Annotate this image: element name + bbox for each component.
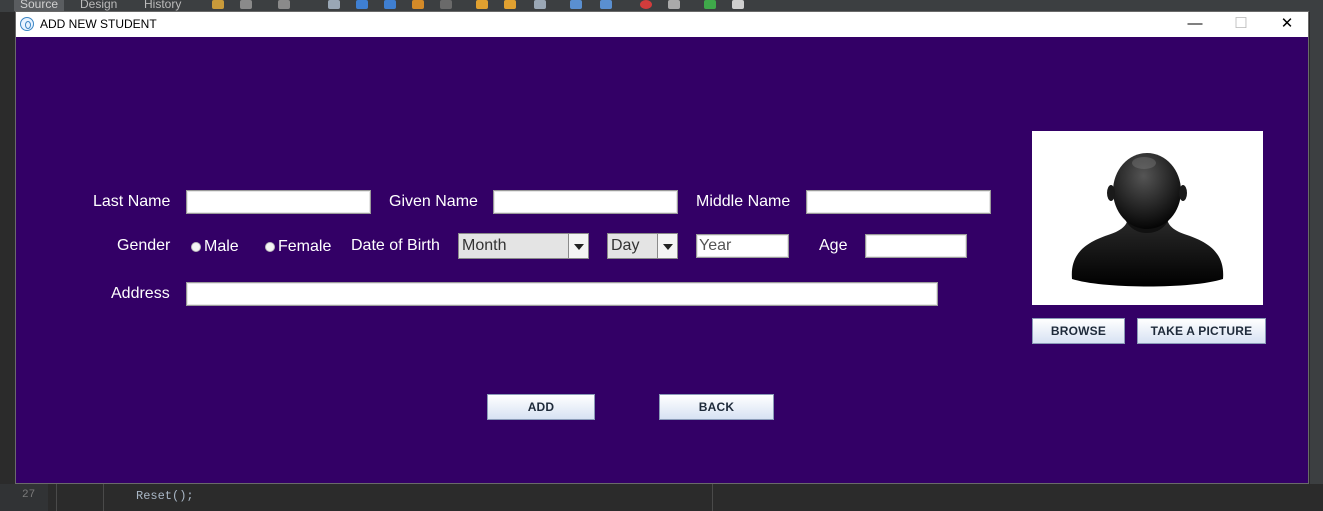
toolbar-icon[interactable] <box>570 0 582 9</box>
browse-button[interactable]: BROWSE <box>1032 318 1125 344</box>
toolbar-icon[interactable] <box>732 0 744 9</box>
toolbar-icon[interactable] <box>600 0 612 9</box>
indent-guide <box>103 484 104 511</box>
add-button[interactable]: ADD <box>487 394 595 420</box>
radio-button[interactable] <box>191 242 201 252</box>
ide-tab-source[interactable]: Source <box>14 0 65 11</box>
arrow-right-icon[interactable] <box>384 0 396 9</box>
toolbar-icon[interactable] <box>534 0 546 9</box>
indent-guide <box>56 484 57 511</box>
year-field[interactable] <box>696 234 789 258</box>
month-value: Month <box>462 237 507 254</box>
line-number: 27 <box>22 489 36 501</box>
ide-tab-history[interactable]: History <box>144 0 181 11</box>
ide-scrollbar[interactable] <box>1310 12 1323 484</box>
stop-icon[interactable] <box>668 0 680 9</box>
maximize-button[interactable]: ☐ <box>1218 12 1264 37</box>
toolbar-icon[interactable] <box>212 0 224 9</box>
person-silhouette-icon <box>1071 153 1224 287</box>
comment-icon[interactable] <box>704 0 716 9</box>
arrow-left-icon[interactable] <box>356 0 368 9</box>
toolbar-icon[interactable] <box>278 0 290 9</box>
title-bar[interactable]: ADD NEW STUDENT — ☐ ✕ <box>16 12 1308 37</box>
form-panel: Last Name Given Name Middle Name Gender … <box>16 37 1308 483</box>
day-value: Day <box>611 237 640 254</box>
close-button[interactable]: ✕ <box>1264 12 1310 37</box>
app-icon <box>20 17 34 31</box>
back-button[interactable]: BACK <box>659 394 774 420</box>
search-icon[interactable] <box>328 0 340 9</box>
arrow-down-icon[interactable] <box>504 0 516 9</box>
chevron-down-icon[interactable] <box>568 234 588 258</box>
chevron-down-icon[interactable] <box>657 234 677 258</box>
last-name-label: Last Name <box>93 193 171 210</box>
window-title: ADD NEW STUDENT <box>40 17 157 31</box>
given-name-field[interactable] <box>493 190 678 214</box>
dob-label: Date of Birth <box>351 237 440 254</box>
female-label: Female <box>278 238 332 255</box>
toolbar-icon[interactable] <box>440 0 452 9</box>
address-label: Address <box>111 285 170 302</box>
day-select[interactable]: Day <box>607 233 678 259</box>
code-line[interactable]: Reset(); <box>136 489 194 503</box>
line-gutter: 27 <box>0 484 48 511</box>
address-field[interactable] <box>186 282 938 306</box>
gender-male-radio[interactable]: Male <box>191 238 239 256</box>
arrow-up-icon[interactable] <box>476 0 488 9</box>
toolbar-icon[interactable] <box>240 0 252 9</box>
gender-label: Gender <box>117 237 171 254</box>
ide-editor: 27 Reset(); <box>0 484 1323 511</box>
student-photo <box>1032 131 1263 305</box>
age-label: Age <box>819 237 848 254</box>
middle-name-field[interactable] <box>806 190 991 214</box>
add-student-window: ADD NEW STUDENT — ☐ ✕ Last Name Given Na… <box>15 11 1309 484</box>
toolbar-icon[interactable] <box>412 0 424 9</box>
last-name-field[interactable] <box>186 190 371 214</box>
middle-name-label: Middle Name <box>696 193 791 210</box>
radio-button[interactable] <box>265 242 275 252</box>
editor-divider <box>712 484 713 511</box>
take-picture-button[interactable]: TAKE A PICTURE <box>1137 318 1266 344</box>
record-icon[interactable] <box>640 0 652 9</box>
age-field[interactable] <box>865 234 967 258</box>
male-label: Male <box>204 238 239 255</box>
minimize-button[interactable]: — <box>1172 12 1218 37</box>
month-select[interactable]: Month <box>458 233 589 259</box>
ide-tab-design[interactable]: Design <box>80 0 117 11</box>
gender-female-radio[interactable]: Female <box>265 238 331 256</box>
given-name-label: Given Name <box>389 193 478 210</box>
